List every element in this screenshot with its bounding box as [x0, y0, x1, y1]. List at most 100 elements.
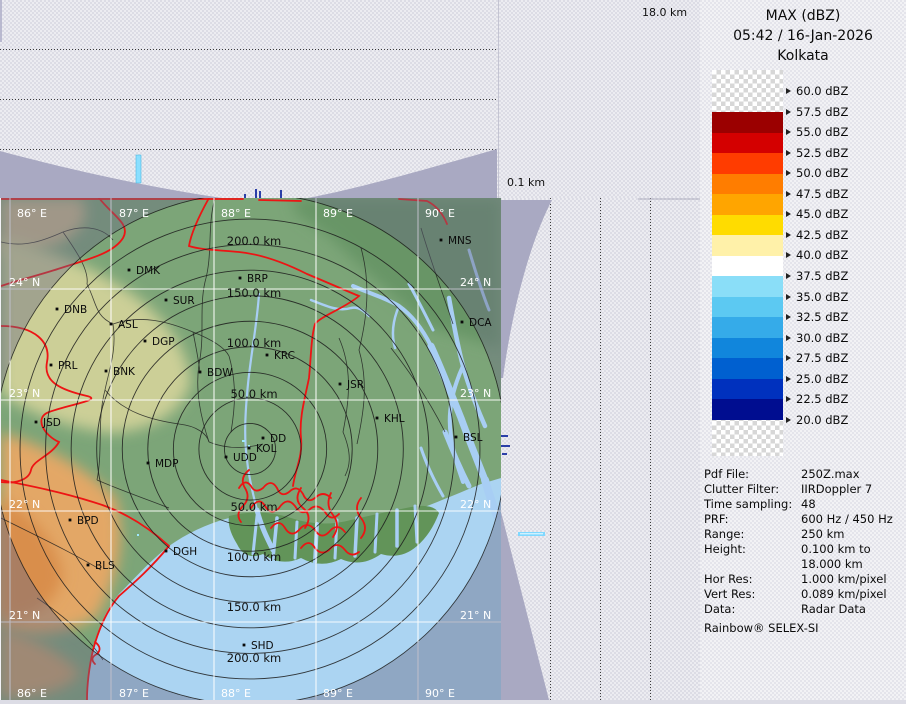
legend-tick-label: 52.5 dBZ — [796, 146, 848, 160]
tick-arrow-icon — [786, 355, 791, 361]
latitude-label: 24° N — [460, 276, 491, 289]
city-label: KRC — [274, 350, 295, 362]
product-header: MAX (dBZ) 05:42 / 16-Jan-2026 Kolkata — [700, 6, 906, 66]
beam-blind-wedge-right — [308, 149, 497, 198]
metadata-value: 48 — [801, 497, 816, 512]
tick-arrow-icon — [786, 211, 791, 217]
range-ring-label: 50.0 km — [230, 387, 277, 401]
legend-tick-label: 57.5 dBZ — [796, 105, 848, 119]
latitude-label: 23° N — [460, 387, 491, 400]
metadata-value: 18.000 km — [801, 557, 863, 572]
tick-arrow-icon — [786, 109, 791, 115]
range-ring-label: 100.0 km — [227, 550, 281, 564]
longitude-label: 89° E — [323, 687, 353, 700]
legend-color-band — [712, 194, 783, 215]
city-dot — [50, 364, 53, 367]
latitude-label: 22° N — [460, 498, 491, 511]
echo-bars-navy — [244, 189, 282, 198]
metadata-row: 18.000 km — [704, 557, 904, 572]
tick-arrow-icon — [786, 129, 791, 135]
legend-color-band — [712, 399, 783, 420]
echo-marks-navy — [500, 435, 510, 455]
radar-map-graphics: 86° E86° E87° E87° E88° E88° E89° E89° E… — [1, 198, 501, 700]
longitude-label: 87° E — [119, 207, 149, 220]
legend-tick: 57.5 dBZ — [786, 106, 848, 118]
city-dot — [110, 323, 113, 326]
legend-tick-label: 27.5 dBZ — [796, 351, 848, 365]
metadata-label — [704, 557, 801, 572]
metadata-label: Vert Res: — [704, 587, 801, 602]
longitude-label: 88° E — [221, 207, 251, 220]
legend-tick: 60.0 dBZ — [786, 85, 848, 97]
city-dot — [87, 564, 90, 567]
city-dot — [69, 519, 72, 522]
axis-corner-area: 18.0 km 0.1 km — [499, 0, 700, 198]
city-label: DGP — [152, 336, 175, 348]
legend-tick: 42.5 dBZ — [786, 229, 848, 241]
city-label: JSR — [346, 379, 364, 391]
metadata-block: Pdf File:250Z.maxClutter Filter:IIRDoppl… — [704, 467, 904, 636]
city-dot — [440, 239, 443, 242]
legend-tick-label: 50.0 dBZ — [796, 166, 848, 180]
city-dot — [225, 456, 228, 459]
tick-arrow-icon — [786, 150, 791, 156]
legend-tick: 22.5 dBZ — [786, 393, 848, 405]
city-label: DNB — [64, 304, 87, 316]
legend-tick: 47.5 dBZ — [786, 188, 848, 200]
city-label: PRL — [58, 360, 78, 372]
legend-tick: 32.5 dBZ — [786, 311, 848, 323]
metadata-value: Radar Data — [801, 602, 866, 617]
longitude-label: 90° E — [425, 207, 455, 220]
legend-tick-label: 35.0 dBZ — [796, 290, 848, 304]
city-label: BDW — [207, 367, 233, 379]
side-profile-graphics — [500, 198, 706, 700]
city-dot — [266, 354, 269, 357]
legend-tick: 37.5 dBZ — [786, 270, 848, 282]
tick-arrow-icon — [786, 88, 791, 94]
metadata-value: 0.100 km to — [801, 542, 871, 557]
range-ring-label: 50.0 km — [230, 500, 277, 514]
longitude-label: 87° E — [119, 687, 149, 700]
city-dot — [165, 299, 168, 302]
city-label: MNS — [448, 235, 472, 247]
longitude-label: 88° E — [221, 687, 251, 700]
legend-tick-label: 40.0 dBZ — [796, 248, 848, 262]
city-label: DCA — [469, 317, 492, 329]
city-dot — [455, 436, 458, 439]
product-title: MAX (dBZ) — [700, 6, 906, 26]
city-label: UDD — [233, 452, 257, 464]
legend-color-band — [712, 256, 783, 277]
longitude-label: 86° E — [17, 207, 47, 220]
metadata-row: Pdf File:250Z.max — [704, 467, 904, 482]
metadata-row: Hor Res:1.000 km/pixel — [704, 572, 904, 587]
legend-tick-label: 20.0 dBZ — [796, 413, 848, 427]
legend-tick: 27.5 dBZ — [786, 352, 848, 364]
city-label: ASL — [118, 319, 138, 331]
city-dot — [56, 308, 59, 311]
legend-color-band — [712, 174, 783, 195]
city-dot — [376, 417, 379, 420]
legend-color-band — [712, 379, 783, 400]
legend-tick-label: 55.0 dBZ — [796, 125, 848, 139]
legend-tick: 52.5 dBZ — [786, 147, 848, 159]
legend-tick: 20.0 dBZ — [786, 414, 848, 426]
metadata-value: 0.089 km/pixel — [801, 587, 887, 602]
legend-tick-label: 42.5 dBZ — [796, 228, 848, 242]
city-dot — [248, 447, 251, 450]
city-dot — [243, 644, 246, 647]
city-dot — [35, 421, 38, 424]
metadata-value: IIRDoppler 7 — [801, 482, 872, 497]
height-axis-min-label: 0.1 km — [507, 176, 545, 189]
metadata-value: 1.000 km/pixel — [801, 572, 887, 587]
city-dot — [262, 437, 265, 440]
city-dot — [128, 269, 131, 272]
range-ring-label: 200.0 km — [227, 651, 281, 665]
beam-blind-wedge-lower — [500, 508, 549, 700]
metadata-row: PRF:600 Hz / 450 Hz — [704, 512, 904, 527]
tick-arrow-icon — [786, 232, 791, 238]
tick-arrow-icon — [786, 170, 791, 176]
tick-arrow-icon — [786, 314, 791, 320]
city-label: SHD — [251, 640, 274, 652]
range-ring-label: 150.0 km — [227, 600, 281, 614]
legend-color-band — [712, 317, 783, 338]
